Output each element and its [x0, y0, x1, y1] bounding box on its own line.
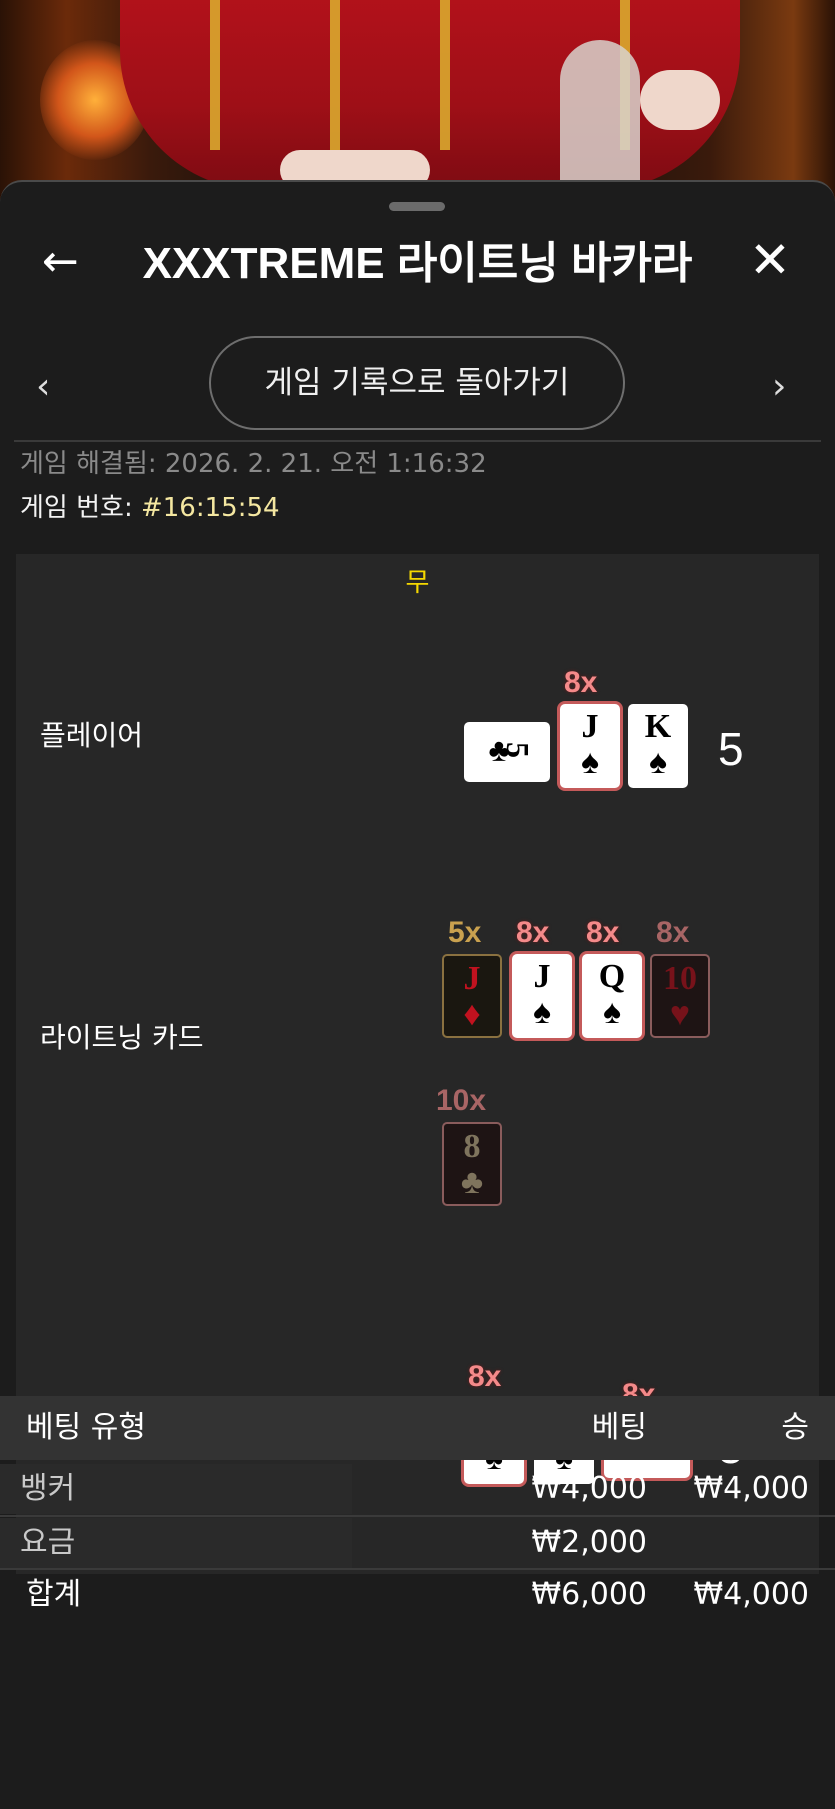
- game-details-sheet: ← XXXTREME 라이트닝 바카라 ✕ ‹ 게임 기록으로 돌아가기 › 게…: [0, 180, 835, 1809]
- lightning-card: Q ♠: [582, 954, 642, 1038]
- game-number: 게임 번호: #16:15:54: [20, 488, 280, 528]
- bet-amount: ₩6,000: [531, 1577, 647, 1612]
- card-multiplier: 8x: [586, 916, 620, 949]
- bet-type: 합계: [26, 1577, 82, 1612]
- arrow-left-icon[interactable]: ←: [42, 232, 92, 292]
- game-number-value: #16:15:54: [140, 493, 280, 523]
- sheet-grabber[interactable]: [389, 202, 445, 211]
- chevron-right-icon[interactable]: ›: [772, 362, 802, 412]
- col-bet-type: 베팅 유형: [26, 1410, 146, 1445]
- divider: [14, 440, 821, 442]
- jacket-stripe: [210, 0, 220, 150]
- lightning-card: 8 ♣: [442, 1122, 502, 1206]
- game-number-label: 게임 번호:: [20, 493, 141, 523]
- bet-type: 요금: [0, 1518, 352, 1568]
- back-to-history-button[interactable]: 게임 기록으로 돌아가기: [209, 336, 625, 430]
- jacket-stripe: [330, 0, 340, 150]
- lightning-card: J ♠: [512, 954, 572, 1038]
- player-card: ♣5: [464, 722, 550, 782]
- table-total-row: 합계 ₩6,000 ₩4,000: [0, 1570, 835, 1620]
- card-multiplier: 8x: [564, 666, 598, 699]
- card-multiplier: 10x: [436, 1084, 487, 1117]
- result-label: 무: [405, 568, 430, 598]
- card-multiplier: 8x: [468, 1360, 502, 1393]
- chevron-left-icon[interactable]: ‹: [36, 362, 66, 412]
- dealer-hand: [640, 70, 720, 130]
- win-amount: ₩4,000: [693, 1471, 809, 1506]
- bet-type: 뱅커: [0, 1464, 352, 1514]
- bet-amount: ₩2,000: [531, 1525, 647, 1560]
- card-multiplier: 5x: [448, 916, 482, 949]
- player-card: K ♠: [628, 704, 688, 788]
- card-multiplier: 8x: [516, 916, 550, 949]
- page-title: XXXTREME 라이트닝 바카라: [142, 239, 693, 288]
- live-video-backdrop: [0, 0, 835, 200]
- jacket-stripe: [440, 0, 450, 150]
- close-icon[interactable]: ✕: [745, 230, 795, 290]
- chair: [560, 40, 640, 180]
- lightning-cards-label: 라이트닝 카드: [40, 1021, 204, 1054]
- game-resolved-time: 게임 해결됨: 2026. 2. 21. 오전 1:16:32: [20, 449, 487, 479]
- table-row: 뱅커 ₩4,000 ₩4,000: [0, 1464, 835, 1514]
- bet-amount: ₩4,000: [531, 1471, 647, 1506]
- table-row: 요금 ₩2,000: [0, 1518, 835, 1568]
- bet-table-header: 베팅 유형 베팅 승: [0, 1396, 835, 1460]
- player-label: 플레이어: [40, 719, 144, 752]
- col-win: 승: [781, 1410, 809, 1445]
- player-total: 5: [718, 723, 744, 775]
- win-amount: ₩4,000: [693, 1577, 809, 1612]
- col-bet: 베팅: [591, 1410, 647, 1445]
- player-card: J ♠: [560, 704, 620, 788]
- card-multiplier: 8x: [656, 916, 690, 949]
- divider: [0, 1515, 835, 1517]
- lightning-card: J ♦: [442, 954, 502, 1038]
- lightning-card: 10 ♥: [650, 954, 710, 1038]
